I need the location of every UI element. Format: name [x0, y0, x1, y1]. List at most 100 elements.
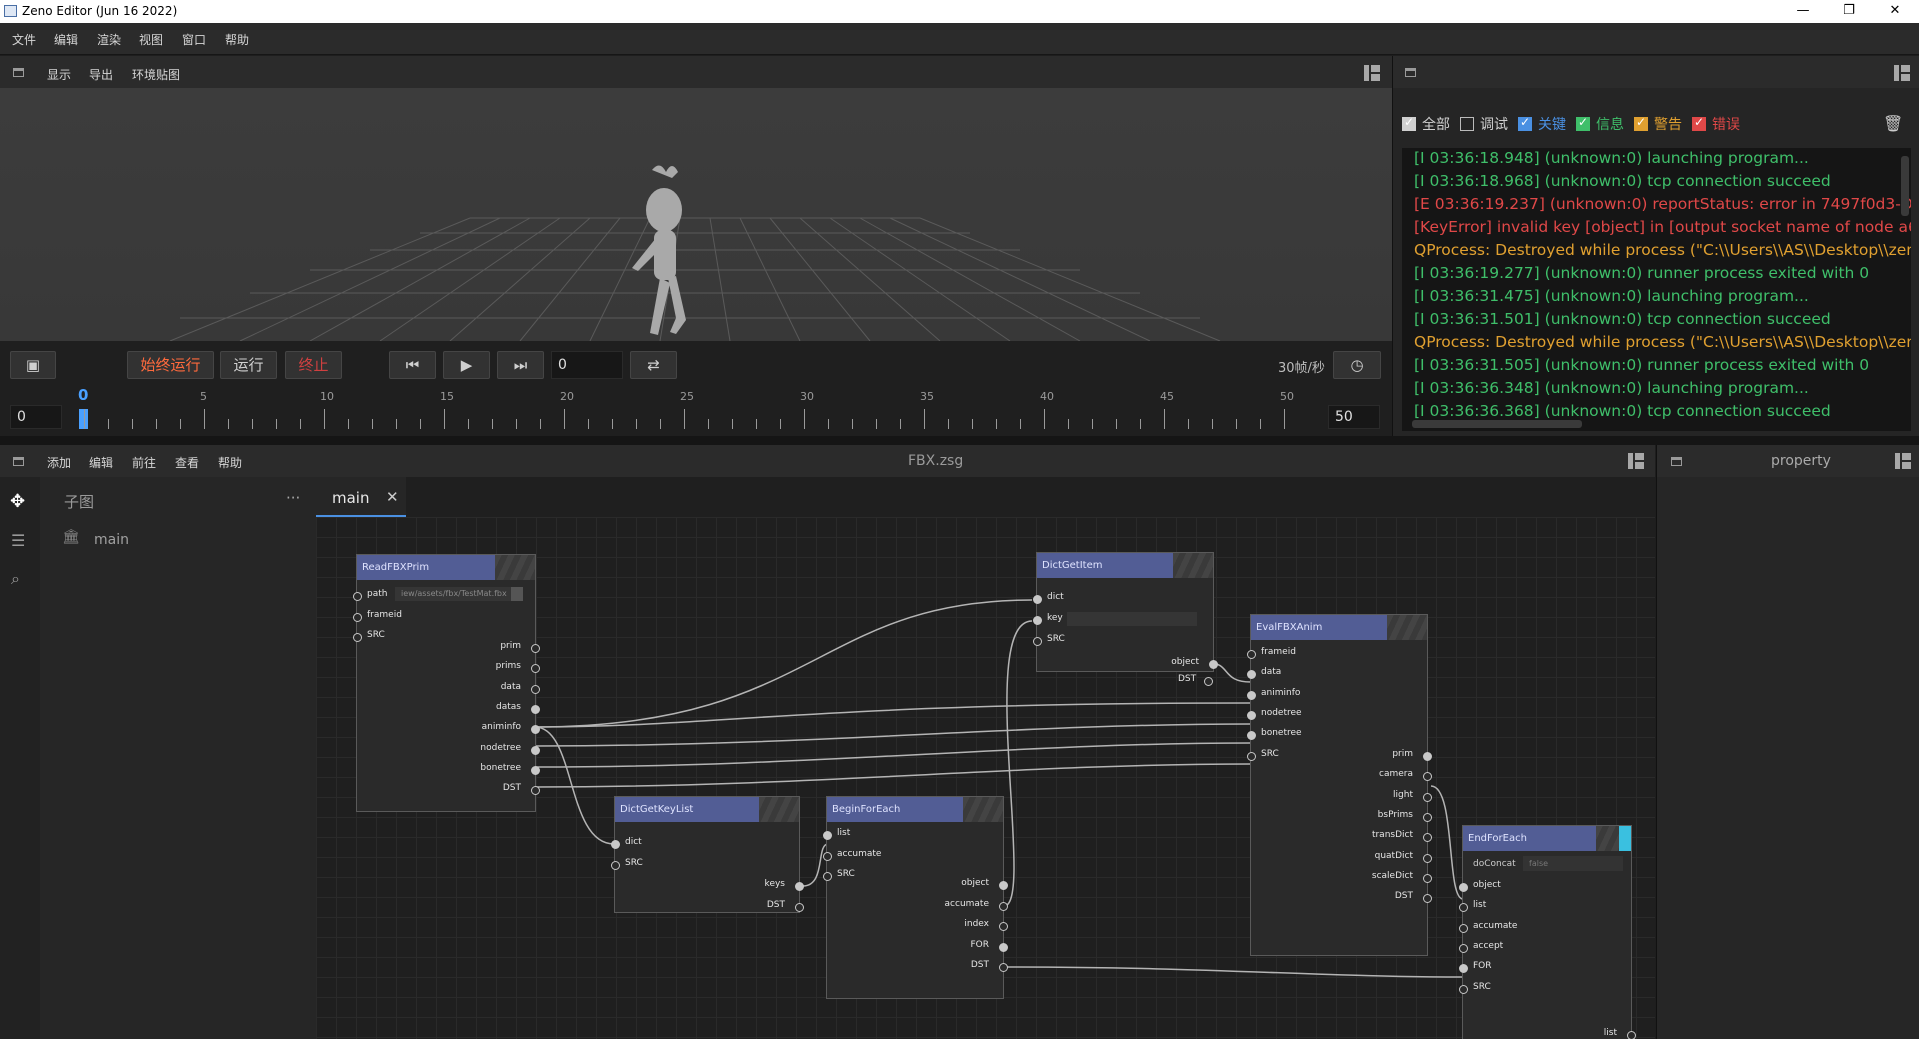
input-socket[interactable] — [1459, 943, 1468, 953]
log-filter-checkbox[interactable]: 调试 — [1460, 114, 1508, 134]
node-header[interactable]: EndForEach — [1463, 826, 1631, 851]
log-filter-checkbox[interactable]: 错误 — [1692, 114, 1740, 134]
doconcat-field[interactable]: false — [1523, 856, 1623, 871]
node-header[interactable]: DictGetKeyList — [615, 797, 799, 822]
node-header[interactable]: DictGetItem — [1037, 553, 1213, 578]
menu-view[interactable]: 视图 — [139, 31, 163, 48]
close-button[interactable]: ✕ — [1872, 0, 1918, 23]
socket-dict[interactable] — [611, 840, 620, 849]
node-beginforeach[interactable]: BeginForEach list accumate SRC object accum… — [823, 796, 1008, 999]
log-filter-checkbox[interactable]: 信息 — [1576, 114, 1624, 134]
dock-layout-icon[interactable] — [1894, 65, 1910, 81]
log-output[interactable]: [I 03:36:18.948] (unknown:0) launching p… — [1402, 148, 1911, 431]
loop-button[interactable]: ⇄ — [630, 351, 677, 379]
dock-layout-icon[interactable] — [1364, 65, 1380, 81]
output-socket[interactable] — [1423, 853, 1432, 863]
menu-file[interactable]: 文件 — [12, 31, 36, 48]
prev-frame-button[interactable]: ⏮ — [389, 351, 436, 379]
screenshot-button[interactable]: ▣ — [10, 351, 56, 379]
close-tab-icon[interactable]: ✕ — [386, 488, 399, 506]
key-field[interactable] — [1067, 612, 1197, 626]
node-endforeach[interactable]: EndForEach doConcat false object list accu… — [1459, 825, 1636, 1039]
tree-icon[interactable]: ☰ — [11, 531, 25, 550]
search-icon[interactable]: ⌕ — [11, 569, 20, 589]
menu-help[interactable]: 帮助 — [225, 31, 249, 48]
more-icon[interactable]: ··· — [286, 489, 300, 507]
node-header[interactable]: EvalFBXAnim — [1251, 615, 1427, 640]
log-vscrollbar[interactable] — [1901, 156, 1909, 216]
socket-key[interactable] — [1033, 616, 1042, 625]
trash-icon[interactable]: 🗑 — [1883, 114, 1903, 133]
frame-input[interactable]: 0 — [551, 351, 623, 379]
menu-window[interactable]: 窗口 — [182, 31, 206, 48]
output-socket[interactable] — [1423, 792, 1432, 802]
socket-keys[interactable] — [795, 882, 804, 891]
panel-menu-icon[interactable] — [1405, 68, 1416, 77]
output-socket[interactable] — [999, 922, 1008, 931]
view-envmap-menu[interactable]: 环境贴图 — [132, 66, 180, 83]
socket-src[interactable] — [611, 861, 620, 870]
input-socket[interactable] — [1247, 690, 1256, 700]
editor-menu-add[interactable]: 添加 — [47, 454, 71, 471]
socket-src[interactable] — [1033, 637, 1042, 646]
log-filter-checkbox[interactable]: 全部 — [1402, 114, 1450, 134]
output-socket[interactable] — [531, 745, 540, 755]
input-socket[interactable] — [1459, 923, 1468, 933]
editor-menu-edit[interactable]: 编辑 — [89, 454, 113, 471]
next-frame-button[interactable]: ⏭ — [497, 351, 544, 379]
end-frame-input[interactable]: 50 — [1328, 405, 1380, 429]
menu-render[interactable]: 渲染 — [97, 31, 121, 48]
dock-layout-icon[interactable] — [1628, 453, 1644, 469]
input-socket[interactable] — [823, 851, 832, 861]
output-socket[interactable] — [1423, 812, 1432, 822]
log-hscrollbar[interactable] — [1412, 420, 1582, 428]
play-button[interactable]: ▶ — [443, 351, 490, 379]
editor-menu-goto[interactable]: 前往 — [132, 454, 156, 471]
input-socket[interactable] — [823, 831, 832, 840]
panel-menu-icon[interactable] — [13, 457, 24, 466]
input-socket[interactable] — [823, 872, 832, 881]
view-export-menu[interactable]: 导出 — [89, 66, 113, 83]
output-socket[interactable] — [999, 963, 1008, 972]
input-socket[interactable] — [1459, 883, 1468, 892]
socket-path[interactable] — [353, 592, 362, 601]
output-socket[interactable] — [1423, 752, 1432, 761]
socket-dst[interactable] — [795, 903, 804, 912]
output-socket[interactable] — [531, 765, 540, 775]
node-readfbxprim[interactable]: ReadFBXPrim path iew/assets/fbx/TestMat.… — [353, 554, 540, 812]
output-socket[interactable] — [1423, 873, 1432, 883]
node-graph-canvas[interactable]: ReadFBXPrim path iew/assets/fbx/TestMat.… — [316, 517, 1655, 1039]
socket-object[interactable] — [1209, 660, 1218, 669]
view-display-menu[interactable]: 显示 — [47, 66, 71, 83]
start-frame-input[interactable]: 0 — [10, 405, 62, 429]
socket-dst[interactable] — [1204, 677, 1213, 686]
input-socket[interactable] — [1247, 710, 1256, 720]
folder-icon[interactable] — [511, 587, 523, 601]
node-header[interactable]: BeginForEach — [827, 797, 1003, 822]
nodes-icon[interactable]: ✥ — [10, 491, 25, 512]
output-socket[interactable] — [999, 881, 1008, 890]
run-button[interactable]: 运行 — [220, 351, 277, 379]
timeline-ruler[interactable] — [84, 401, 1290, 431]
input-socket[interactable] — [1459, 903, 1468, 913]
panel-menu-icon[interactable] — [13, 68, 24, 77]
dock-layout-icon[interactable] — [1895, 453, 1911, 469]
run-always-button[interactable]: 始终运行 — [127, 351, 214, 379]
socket-dict[interactable] — [1033, 595, 1042, 604]
input-socket[interactable] — [1247, 731, 1256, 741]
node-header[interactable]: ReadFBXPrim — [357, 555, 535, 580]
output-socket[interactable] — [531, 644, 540, 653]
output-socket[interactable] — [999, 901, 1008, 911]
input-socket[interactable] — [1247, 751, 1256, 761]
log-filter-checkbox[interactable]: 关键 — [1518, 114, 1566, 134]
node-dictgetitem[interactable]: DictGetItem dict key SRC object — [1033, 552, 1218, 672]
subgraph-item-main[interactable]: 🏛 main — [62, 529, 302, 553]
socket-list-out[interactable] — [1627, 1031, 1636, 1039]
socket-frameid[interactable] — [353, 613, 362, 622]
node-evalfbxanim[interactable]: EvalFBXAnim frameid data animinfo nodetree b… — [1247, 614, 1432, 956]
log-filter-checkbox[interactable]: 警告 — [1634, 114, 1682, 134]
input-socket[interactable] — [1459, 984, 1468, 994]
output-socket[interactable] — [531, 704, 540, 714]
input-socket[interactable] — [1247, 650, 1256, 659]
node-dictgetkeylist[interactable]: DictGetKeyList dict SRC keys DST — [611, 796, 804, 913]
